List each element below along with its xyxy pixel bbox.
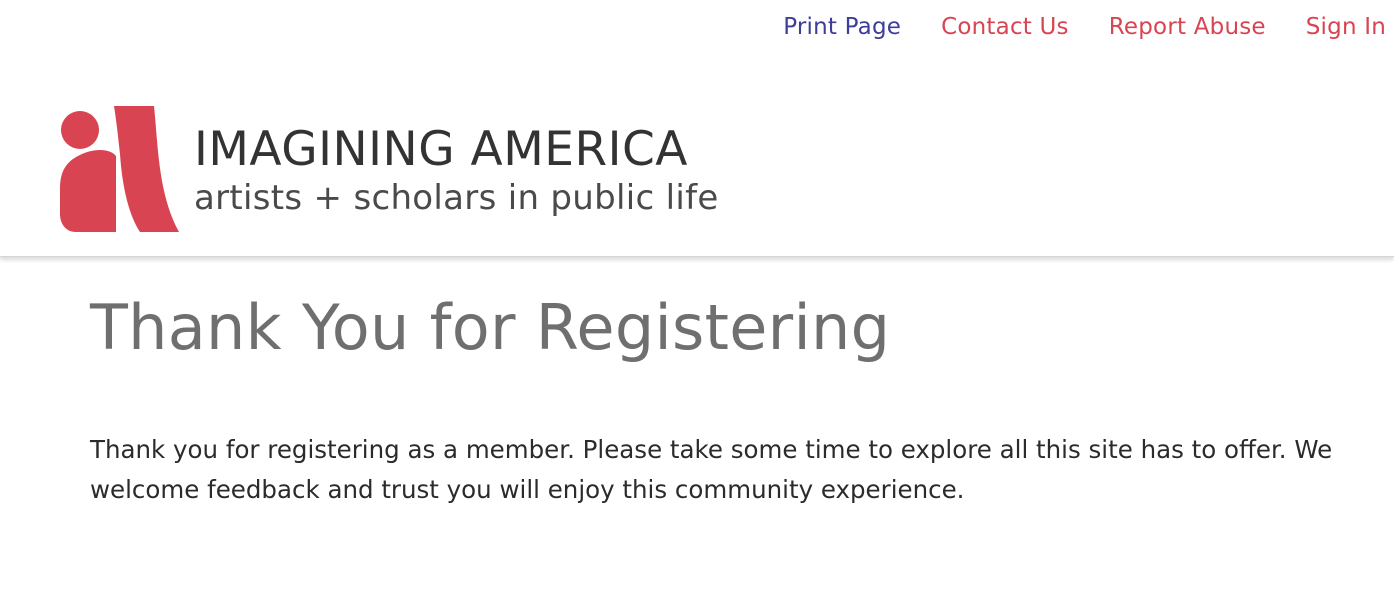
report-abuse-link[interactable]: Report Abuse bbox=[1109, 14, 1266, 40]
logo-tagline: artists + scholars in public life bbox=[194, 178, 719, 218]
page-title: Thank You for Registering bbox=[90, 291, 891, 364]
imagining-america-logo-icon bbox=[60, 106, 179, 232]
logo-title: IMAGINING AMERICA bbox=[194, 122, 688, 177]
logo-text: IMAGINING AMERICA artists + scholars in … bbox=[194, 104, 719, 215]
page: Print Page Contact Us Report Abuse Sign … bbox=[0, 0, 1394, 616]
contact-us-link[interactable]: Contact Us bbox=[941, 14, 1069, 40]
print-page-link[interactable]: Print Page bbox=[783, 14, 901, 40]
confirmation-message: Thank you for registering as a member. P… bbox=[90, 435, 1333, 505]
sign-in-link[interactable]: Sign In bbox=[1306, 14, 1386, 40]
main-content: Thank You for Registering Thank you for … bbox=[90, 258, 1350, 510]
site-logo[interactable]: IMAGINING AMERICA artists + scholars in … bbox=[58, 104, 719, 234]
utility-nav: Print Page Contact Us Report Abuse Sign … bbox=[783, 14, 1386, 40]
site-header: Print Page Contact Us Report Abuse Sign … bbox=[0, 0, 1394, 257]
